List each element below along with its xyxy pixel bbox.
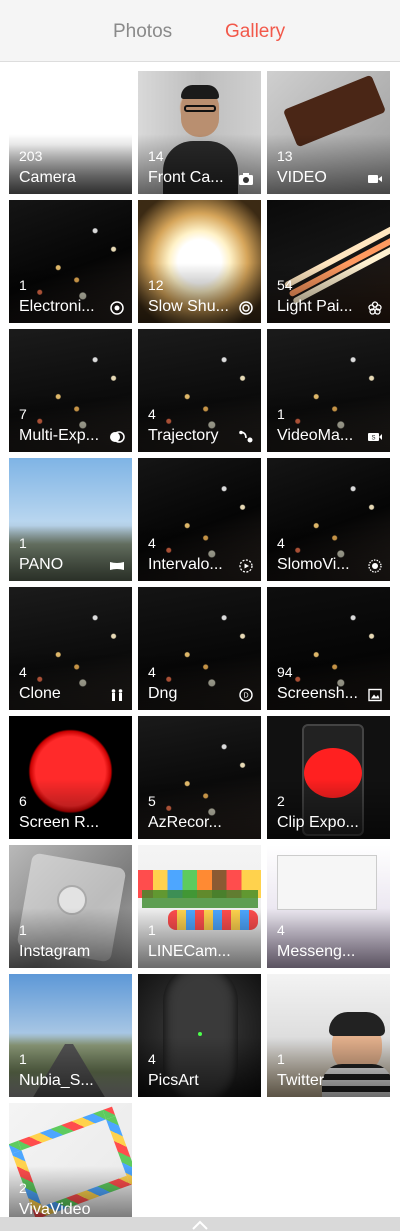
chevron-up-icon[interactable] — [190, 1218, 210, 1230]
album-count: 5 — [148, 793, 156, 809]
album-slow-shutter[interactable]: 12 Slow Shu... — [138, 200, 261, 323]
album-electronic[interactable]: 1 Electroni... — [9, 200, 132, 323]
album-label: Light Pai... — [277, 298, 353, 315]
album-label: Instagram — [19, 943, 91, 960]
album-label: Intervalo... — [148, 556, 223, 573]
interval-icon — [238, 559, 254, 573]
album-count: 4 — [148, 1051, 156, 1067]
bottom-bar[interactable] — [0, 1217, 400, 1231]
album-count: 203 — [19, 148, 43, 164]
album-picsart[interactable]: 4 PicsArt — [138, 974, 261, 1097]
album-label: Front Ca... — [148, 169, 224, 186]
album-interval[interactable]: 4 Intervalo... — [138, 458, 261, 581]
album-count: 1 — [277, 1051, 285, 1067]
svg-text:S: S — [371, 436, 375, 442]
album-label: Twitter — [277, 1072, 325, 1089]
album-count: 1 — [148, 922, 156, 938]
shutter-icon — [238, 301, 254, 315]
album-label: Slow Shu... — [148, 298, 229, 315]
album-count: 2 — [19, 1180, 27, 1196]
tab-photos[interactable]: Photos — [113, 20, 172, 44]
album-light-painting[interactable]: 54 Light Pai... — [267, 200, 390, 323]
dng-icon: D — [238, 688, 254, 702]
album-label: Screen R... — [19, 814, 100, 831]
album-count: 94 — [277, 664, 293, 680]
album-count: 1 — [19, 922, 27, 938]
album-label: Nubia_S... — [19, 1072, 94, 1089]
album-count: 13 — [277, 148, 293, 164]
album-label: Multi-Exp... — [19, 427, 100, 444]
album-label: VIDEO — [277, 169, 327, 186]
album-count: 4 — [277, 535, 285, 551]
video-maker-icon: S — [367, 430, 383, 444]
album-count: 4 — [148, 406, 156, 422]
slomo-icon — [367, 559, 383, 573]
aperture-icon — [109, 301, 125, 315]
tab-bar: Photos Gallery — [0, 0, 400, 62]
album-clone[interactable]: 4 Clone — [9, 587, 132, 710]
flower-icon — [367, 301, 383, 315]
album-instagram[interactable]: 1 Instagram — [9, 845, 132, 968]
album-count: 4 — [277, 922, 285, 938]
album-label: Clone — [19, 685, 61, 702]
album-nubia-s[interactable]: 1 Nubia_S... — [9, 974, 132, 1097]
trajectory-icon — [238, 430, 254, 444]
album-count: 14 — [148, 148, 164, 164]
album-front-camera[interactable]: 14 Front Ca... — [138, 71, 261, 194]
album-count: 4 — [148, 664, 156, 680]
album-az-recorder[interactable]: 5 AzRecor... — [138, 716, 261, 839]
album-line-camera[interactable]: 1 LINECam... — [138, 845, 261, 968]
album-camera[interactable]: 203 Camera — [9, 71, 132, 194]
camera-icon — [238, 172, 254, 186]
album-dng[interactable]: 4 Dng D — [138, 587, 261, 710]
video-icon — [367, 172, 383, 186]
album-label: Screensh... — [277, 685, 358, 702]
album-label: VideoMa... — [277, 427, 354, 444]
album-count: 1 — [19, 277, 27, 293]
album-label: PANO — [19, 556, 64, 573]
album-label: Electroni... — [19, 298, 95, 315]
album-count: 2 — [277, 793, 285, 809]
album-count: 1 — [277, 406, 285, 422]
album-label: Messeng... — [277, 943, 356, 960]
album-multi-exposure[interactable]: 7 Multi-Exp... — [9, 329, 132, 452]
album-messenger[interactable]: 4 Messeng... — [267, 845, 390, 968]
album-clip-export[interactable]: 2 Clip Expo... — [267, 716, 390, 839]
album-label: Dng — [148, 685, 178, 702]
panorama-icon — [109, 559, 125, 573]
album-count: 4 — [148, 535, 156, 551]
album-label: AzRecor... — [148, 814, 222, 831]
album-vivavideo[interactable]: 2 VivaVideo — [9, 1103, 132, 1226]
album-pano[interactable]: 1 PANO — [9, 458, 132, 581]
album-video[interactable]: 13 VIDEO — [267, 71, 390, 194]
album-screenshots[interactable]: 94 Screensh... — [267, 587, 390, 710]
album-label: Camera — [19, 169, 76, 186]
album-count: 12 — [148, 277, 164, 293]
clone-icon — [109, 688, 125, 702]
multi-exposure-icon — [109, 430, 125, 444]
album-twitter[interactable]: 1 Twitter — [267, 974, 390, 1097]
album-count: 7 — [19, 406, 27, 422]
album-label: Trajectory — [148, 427, 219, 444]
album-label: Clip Expo... — [277, 814, 359, 831]
album-count: 1 — [19, 535, 27, 551]
album-count: 54 — [277, 277, 293, 293]
album-count: 1 — [19, 1051, 27, 1067]
album-screen-recorder[interactable]: 6 Screen R... — [9, 716, 132, 839]
album-count: 6 — [19, 793, 27, 809]
album-trajectory[interactable]: 4 Trajectory — [138, 329, 261, 452]
album-label: SlomoVi... — [277, 556, 350, 573]
svg-text:D: D — [243, 693, 248, 700]
album-label: PicsArt — [148, 1072, 199, 1089]
tab-gallery[interactable]: Gallery — [225, 20, 285, 44]
screenshot-icon — [367, 688, 383, 702]
album-video-maker[interactable]: 1 VideoMa... S — [267, 329, 390, 452]
album-slomo-video[interactable]: 4 SlomoVi... — [267, 458, 390, 581]
album-count: 4 — [19, 664, 27, 680]
album-label: LINECam... — [148, 943, 231, 960]
